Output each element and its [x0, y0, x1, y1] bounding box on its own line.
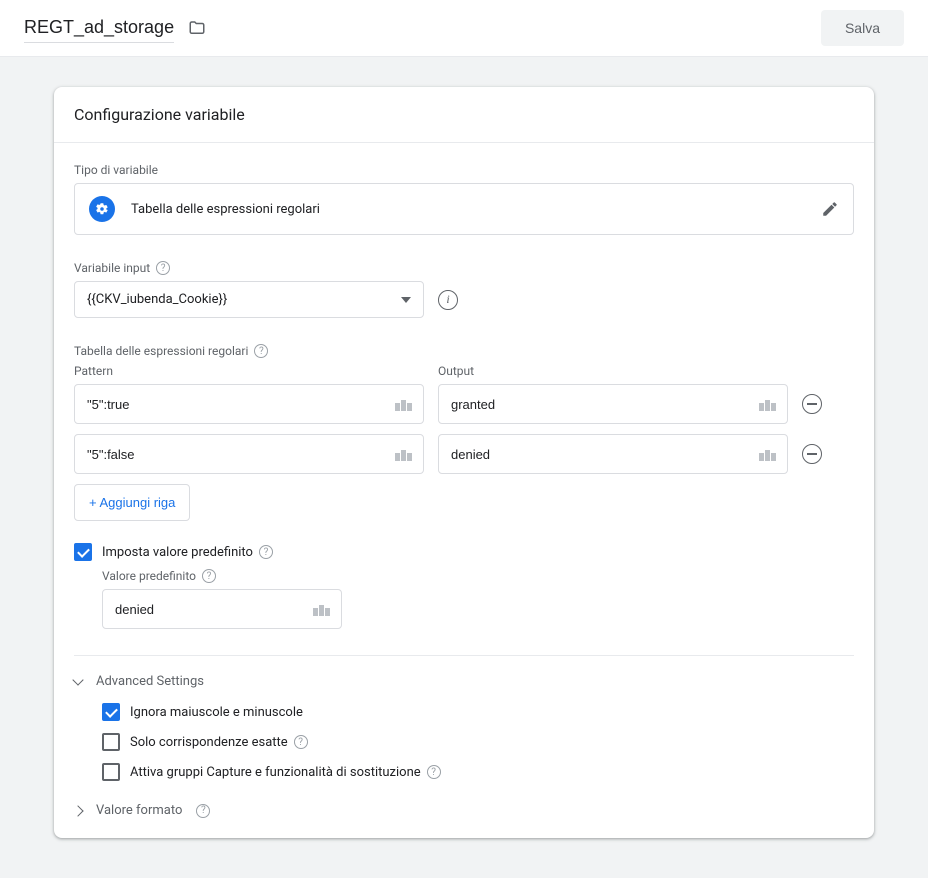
help-icon[interactable]: ?	[254, 344, 268, 358]
output-input[interactable]	[439, 437, 749, 472]
ignore-case-checkbox[interactable]	[102, 703, 120, 721]
help-icon[interactable]: ?	[427, 765, 441, 779]
capture-groups-label: Attiva gruppi Capture e funzionalità di …	[130, 765, 441, 780]
config-card: Configurazione variabile Tipo di variabi…	[54, 87, 874, 838]
input-variable-select[interactable]: {{CKV_iubenda_Cookie}}	[74, 281, 424, 318]
default-value-checkbox[interactable]	[74, 543, 92, 561]
add-row-button[interactable]: + Aggiungi riga	[74, 484, 190, 521]
variable-type-selector[interactable]: Tabella delle espressioni regolari	[74, 183, 854, 235]
panel-title: Configurazione variabile	[54, 87, 874, 143]
capture-groups-checkbox[interactable]	[102, 763, 120, 781]
variable-picker-icon[interactable]	[749, 397, 787, 411]
default-value-field-label: Valore predefinito ?	[102, 569, 854, 583]
value-format-toggle[interactable]: Valore formato ?	[74, 803, 854, 818]
table-row	[74, 384, 854, 424]
remove-row-button[interactable]	[802, 444, 822, 464]
output-input-wrapper	[438, 384, 788, 424]
chevron-down-icon	[72, 674, 83, 685]
help-icon[interactable]: ?	[294, 735, 308, 749]
exact-match-label: Solo corrispondenze esatte ?	[130, 735, 308, 750]
chevron-down-icon	[401, 297, 411, 303]
edit-icon[interactable]	[821, 200, 839, 218]
variable-picker-icon[interactable]	[385, 397, 423, 411]
variable-picker-icon[interactable]	[385, 447, 423, 461]
variable-picker-icon[interactable]	[749, 447, 787, 461]
input-var-label: Variabile input ?	[74, 261, 854, 275]
gear-icon	[89, 196, 115, 222]
variable-picker-icon[interactable]	[303, 602, 341, 616]
divider	[74, 655, 854, 656]
advanced-settings-toggle[interactable]: Advanced Settings	[74, 674, 854, 689]
default-value-checkbox-label: Imposta valore predefinito ?	[102, 545, 273, 560]
ignore-case-label: Ignora maiuscole e minuscole	[130, 705, 303, 720]
input-var-value: {{CKV_iubenda_Cookie}}	[87, 292, 401, 307]
default-value-input[interactable]	[103, 592, 303, 627]
variable-name-input[interactable]	[24, 13, 174, 43]
save-button[interactable]: Salva	[821, 10, 904, 46]
var-type-name: Tabella delle espressioni regolari	[131, 202, 821, 217]
info-icon[interactable]: i	[438, 290, 458, 310]
pattern-col-label: Pattern	[74, 364, 424, 378]
pattern-input-wrapper	[74, 384, 424, 424]
folder-icon[interactable]	[188, 19, 206, 37]
output-input-wrapper	[438, 434, 788, 474]
exact-match-checkbox[interactable]	[102, 733, 120, 751]
help-icon[interactable]: ?	[196, 804, 210, 818]
help-icon[interactable]: ?	[259, 545, 273, 559]
output-input[interactable]	[439, 387, 749, 422]
pattern-input[interactable]	[75, 437, 385, 472]
default-value-input-wrapper	[102, 589, 342, 629]
regex-table-heading: Tabella delle espressioni regolari ?	[74, 344, 854, 358]
remove-row-button[interactable]	[802, 394, 822, 414]
pattern-input-wrapper	[74, 434, 424, 474]
help-icon[interactable]: ?	[202, 569, 216, 583]
help-icon[interactable]: ?	[156, 261, 170, 275]
chevron-right-icon	[72, 805, 83, 816]
table-row	[74, 434, 854, 474]
pattern-input[interactable]	[75, 387, 385, 422]
var-type-label: Tipo di variabile	[74, 163, 854, 177]
output-col-label: Output	[438, 364, 788, 378]
